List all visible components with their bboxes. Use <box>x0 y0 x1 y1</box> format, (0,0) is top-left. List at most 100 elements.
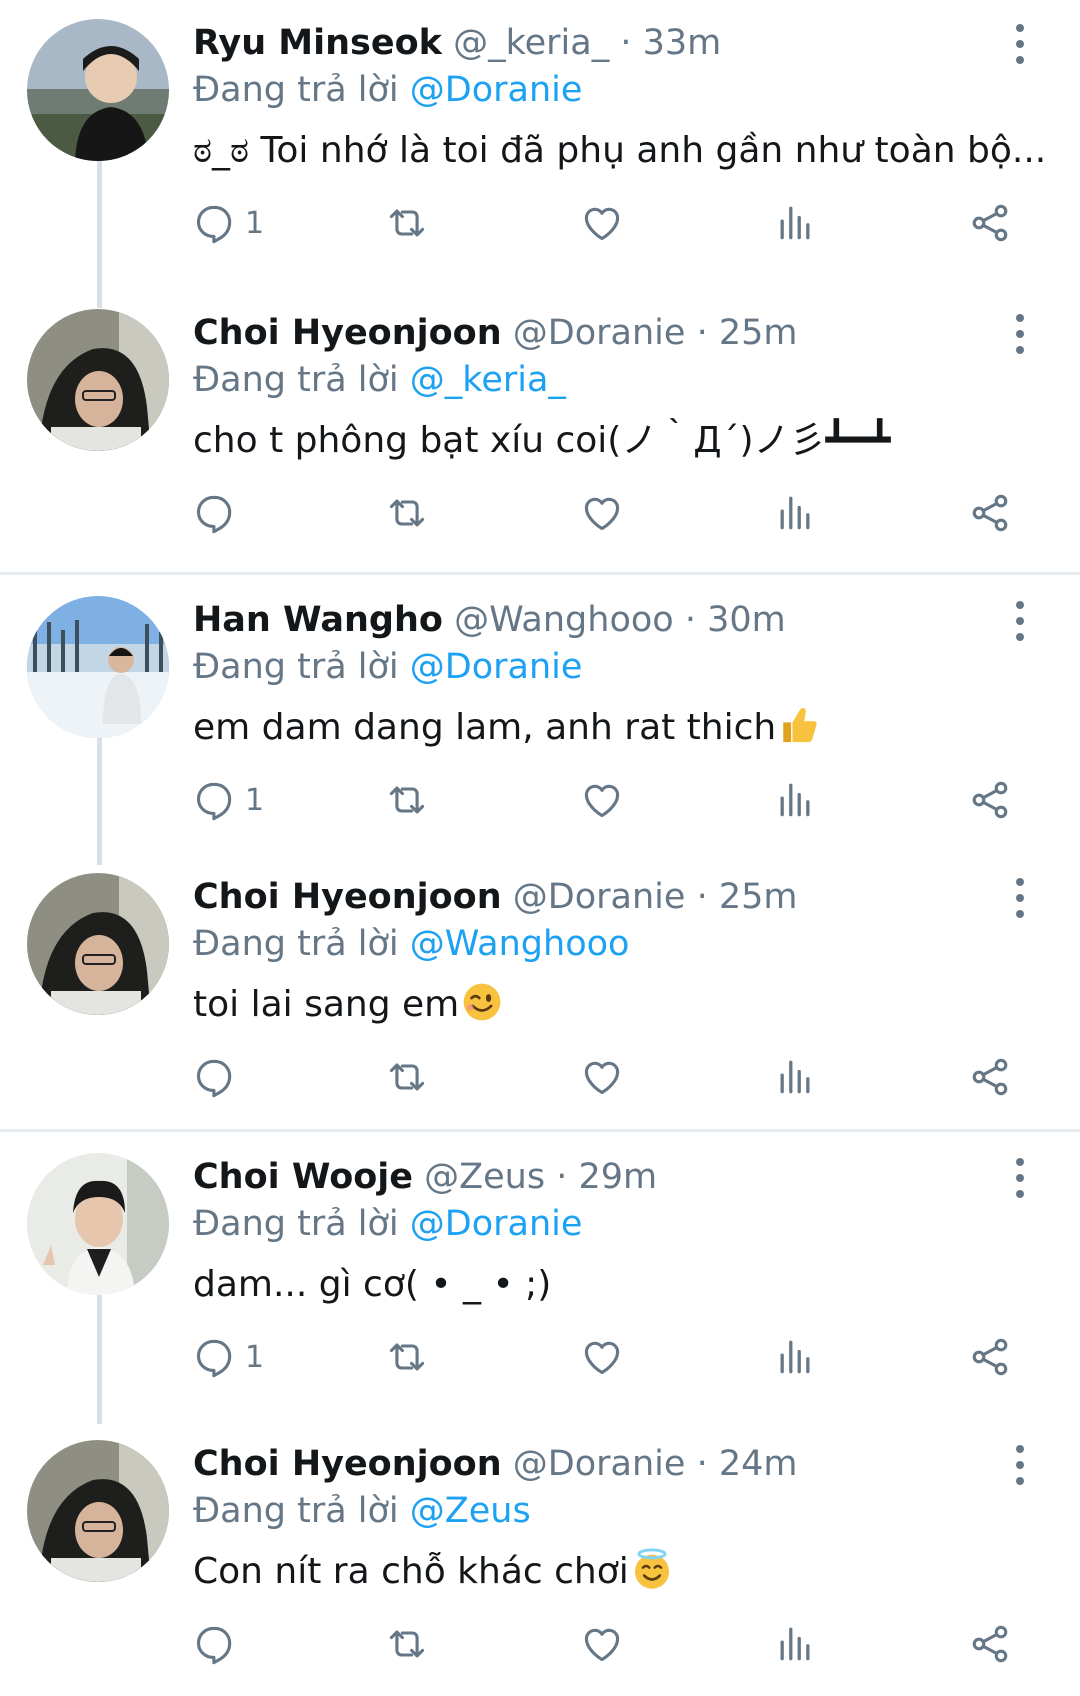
share-icon <box>972 781 1008 819</box>
tweet[interactable]: Choi Hyeonjoon @Doranie · 25m Đang trả l… <box>0 290 1080 562</box>
user-handle[interactable]: @Wanghooo <box>454 600 674 640</box>
reply-button[interactable]: 1 <box>193 1334 264 1380</box>
timestamp[interactable]: 24m <box>719 1444 798 1484</box>
share-icon <box>972 1058 1008 1096</box>
tweet-header: Ryu Minseok @_keria_ · 33m <box>193 20 721 66</box>
separator-dot: · <box>696 313 708 353</box>
share-icon <box>972 1338 1008 1376</box>
like-button[interactable] <box>580 777 624 823</box>
analytics-button[interactable] <box>773 1334 817 1380</box>
tweet-header: Choi Hyeonjoon @Doranie · 25m <box>193 310 798 356</box>
share-button[interactable] <box>968 1334 1012 1380</box>
tweet[interactable]: Choi Hyeonjoon @Doranie · 24m Đang trả l… <box>0 1421 1080 1693</box>
reply-button[interactable]: 1 <box>193 777 264 823</box>
more-options-icon[interactable] <box>1005 24 1035 64</box>
reply-button[interactable] <box>193 490 245 536</box>
bar-chart-icon <box>780 783 810 817</box>
analytics-button[interactable] <box>773 1621 817 1667</box>
like-button[interactable] <box>580 1334 624 1380</box>
bar-chart-icon <box>780 496 810 530</box>
share-button[interactable] <box>968 777 1012 823</box>
user-handle[interactable]: @Doranie <box>513 313 686 353</box>
timestamp[interactable]: 33m <box>643 23 722 63</box>
like-button[interactable] <box>580 490 624 536</box>
display-name[interactable]: Ryu Minseok <box>193 23 442 63</box>
more-options-icon[interactable] <box>1005 878 1035 918</box>
user-handle[interactable]: @Doranie <box>513 1444 686 1484</box>
replying-to: Đang trả lời @Zeus <box>193 1488 531 1534</box>
display-name[interactable]: Choi Hyeonjoon <box>193 313 502 353</box>
avatar[interactable] <box>27 19 169 161</box>
replying-to-handle[interactable]: @Wanghooo <box>410 924 630 964</box>
bar-chart-icon <box>780 206 810 240</box>
share-icon <box>972 1625 1008 1663</box>
tweet-actions <box>193 490 1043 536</box>
share-button[interactable] <box>968 490 1012 536</box>
tweet[interactable]: Han Wangho @Wanghooo · 30m Đang trả lời … <box>0 577 1080 849</box>
analytics-button[interactable] <box>773 777 817 823</box>
reply-button[interactable]: 1 <box>193 200 264 246</box>
replying-to-label: Đang trả lời <box>193 924 399 964</box>
reply-button[interactable] <box>193 1621 245 1667</box>
tweet[interactable]: Choi Wooje @Zeus · 29m Đang trả lời @Dor… <box>0 1134 1080 1406</box>
retweet-button[interactable] <box>385 1334 429 1380</box>
analytics-button[interactable] <box>773 490 817 536</box>
share-button[interactable] <box>968 200 1012 246</box>
replying-to-handle[interactable]: @_keria_ <box>410 360 566 400</box>
avatar[interactable] <box>27 1153 169 1295</box>
analytics-button[interactable] <box>773 200 817 246</box>
heart-icon <box>584 1628 620 1662</box>
retweet-icon <box>389 1343 425 1371</box>
more-options-icon[interactable] <box>1005 1445 1035 1485</box>
reply-count: 1 <box>245 1339 265 1375</box>
bar-chart-icon <box>780 1060 810 1094</box>
timestamp[interactable]: 30m <box>707 600 786 640</box>
conversation-thread: Ryu Minseok @_keria_ · 33m Đang trả lời … <box>0 0 1080 572</box>
bar-chart-icon <box>780 1340 810 1374</box>
analytics-button[interactable] <box>773 1054 817 1100</box>
user-handle[interactable]: @_keria_ <box>453 23 609 63</box>
heart-icon <box>584 784 620 818</box>
replying-to-handle[interactable]: @Zeus <box>410 1491 531 1531</box>
tweet-header: Choi Wooje @Zeus · 29m <box>193 1154 657 1200</box>
tweet-text-content: dam... gì cơ( • _ • ;) <box>193 1264 552 1305</box>
share-button[interactable] <box>968 1621 1012 1667</box>
retweet-button[interactable] <box>385 200 429 246</box>
display-name[interactable]: Choi Hyeonjoon <box>193 877 502 917</box>
replying-to-label: Đang trả lời <box>193 70 399 110</box>
timestamp[interactable]: 25m <box>719 877 798 917</box>
more-options-icon[interactable] <box>1005 314 1035 354</box>
retweet-button[interactable] <box>385 490 429 536</box>
user-handle[interactable]: @Zeus <box>424 1157 545 1197</box>
tweet-text: em dam dang lam, anh rat thich <box>193 704 820 752</box>
like-button[interactable] <box>580 1621 624 1667</box>
display-name[interactable]: Han Wangho <box>193 600 443 640</box>
user-handle[interactable]: @Doranie <box>513 877 686 917</box>
like-button[interactable] <box>580 200 624 246</box>
more-options-icon[interactable] <box>1005 601 1035 641</box>
timestamp[interactable]: 25m <box>719 313 798 353</box>
like-button[interactable] <box>580 1054 624 1100</box>
display-name[interactable]: Choi Wooje <box>193 1157 413 1197</box>
replying-to-handle[interactable]: @Doranie <box>410 647 583 687</box>
avatar[interactable] <box>27 309 169 451</box>
tweet-header: Han Wangho @Wanghooo · 30m <box>193 597 786 643</box>
tweet[interactable]: Choi Hyeonjoon @Doranie · 25m Đang trả l… <box>0 854 1080 1126</box>
avatar[interactable] <box>27 596 169 738</box>
tweet[interactable]: Ryu Minseok @_keria_ · 33m Đang trả lời … <box>0 0 1080 272</box>
replying-to-handle[interactable]: @Doranie <box>410 1204 583 1244</box>
heart-icon <box>584 207 620 241</box>
retweet-button[interactable] <box>385 1621 429 1667</box>
timestamp[interactable]: 29m <box>579 1157 658 1197</box>
retweet-button[interactable] <box>385 1054 429 1100</box>
tweet-text-content: Con nít ra chỗ khác chơi <box>193 1551 629 1592</box>
reply-icon <box>196 1626 232 1665</box>
replying-to-handle[interactable]: @Doranie <box>410 70 583 110</box>
reply-button[interactable] <box>193 1054 245 1100</box>
avatar[interactable] <box>27 1440 169 1582</box>
display-name[interactable]: Choi Hyeonjoon <box>193 1444 502 1484</box>
retweet-button[interactable] <box>385 777 429 823</box>
avatar[interactable] <box>27 873 169 1015</box>
share-button[interactable] <box>968 1054 1012 1100</box>
more-options-icon[interactable] <box>1005 1158 1035 1198</box>
